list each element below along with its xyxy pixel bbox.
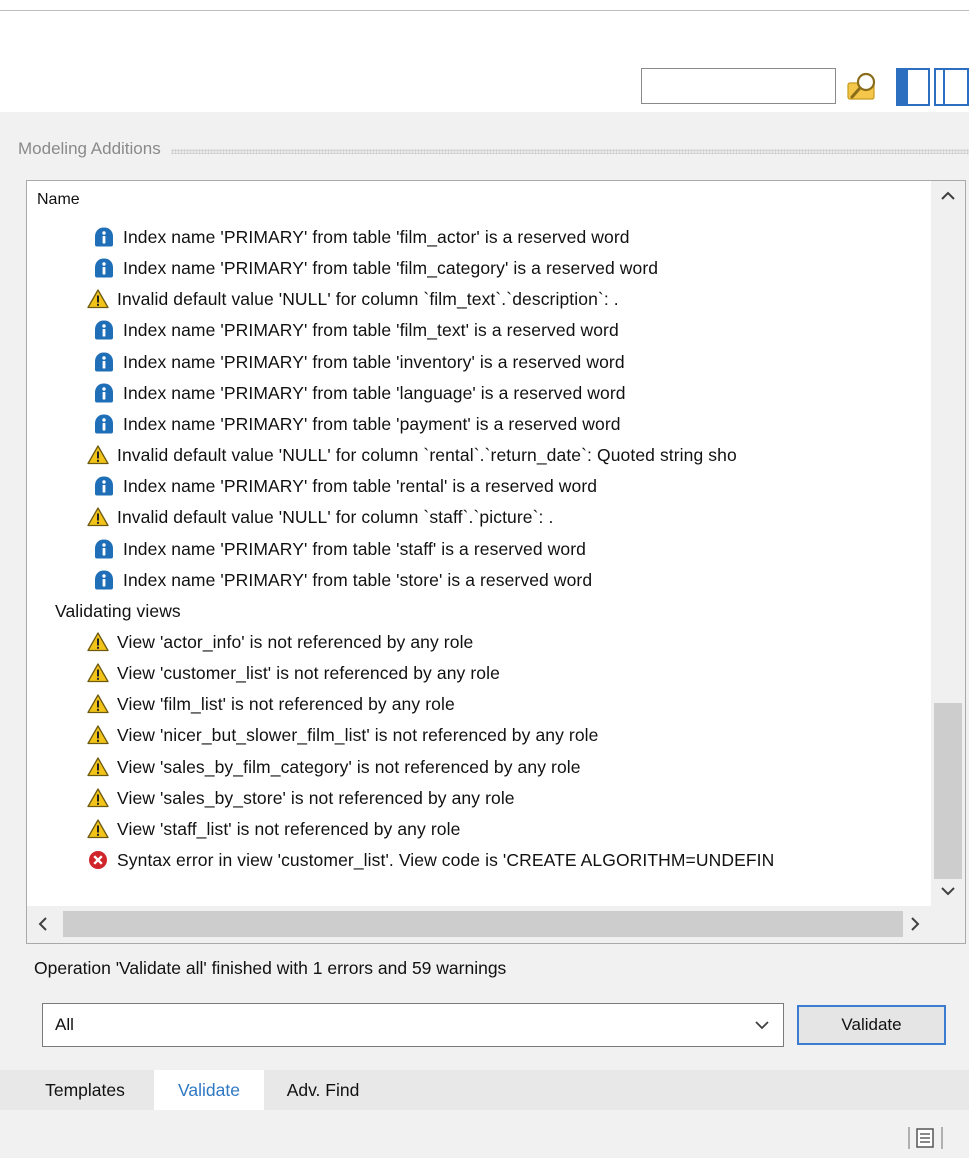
info-icon xyxy=(95,570,113,590)
tree-row[interactable]: Index name 'PRIMARY' from table 'film_te… xyxy=(93,316,619,344)
tree-row[interactable]: View 'staff_list' is not referenced by a… xyxy=(87,815,460,843)
tree-row-text: View 'sales_by_store' is not referenced … xyxy=(117,787,515,808)
tree-row[interactable]: View 'customer_list' is not referenced b… xyxy=(87,659,500,687)
tree-row-text: Index name 'PRIMARY' from table 'languag… xyxy=(123,382,626,403)
info-icon xyxy=(95,539,113,559)
info-icon xyxy=(95,476,113,496)
tree-row-text: Index name 'PRIMARY' from table 'payment… xyxy=(123,413,621,434)
tree-row[interactable]: View 'actor_info' is not referenced by a… xyxy=(87,628,473,656)
info-icon xyxy=(95,258,113,278)
tree-row-text: Index name 'PRIMARY' from table 'film_te… xyxy=(123,319,619,340)
info-icon xyxy=(95,352,113,372)
tree-row-text: Index name 'PRIMARY' from table 'staff' … xyxy=(123,538,587,559)
warning-icon xyxy=(87,819,109,839)
warning-icon xyxy=(87,788,109,808)
top-divider xyxy=(0,10,969,11)
tab-adv-find[interactable]: Adv. Find xyxy=(268,1070,378,1110)
info-icon xyxy=(95,414,113,434)
chevron-down-icon[interactable] xyxy=(753,1018,771,1032)
tree-row[interactable]: Syntax error in view 'customer_list'. Vi… xyxy=(87,846,774,874)
tree-row[interactable]: Invalid default value 'NULL' for column … xyxy=(87,441,737,469)
horizontal-scroll-thumb[interactable] xyxy=(63,911,903,937)
filter-dropdown[interactable]: All xyxy=(42,1003,784,1047)
section-divider xyxy=(170,148,969,154)
status-message: Operation 'Validate all' finished with 1… xyxy=(34,958,507,978)
warning-icon xyxy=(87,663,109,683)
bottom-tab-strip: Templates Validate Adv. Find xyxy=(0,1070,969,1110)
warning-icon xyxy=(87,445,109,465)
tree-row-text: Index name 'PRIMARY' from table 'film_ac… xyxy=(123,226,630,247)
validate-button[interactable]: Validate xyxy=(797,1005,946,1045)
tab-validate[interactable]: Validate xyxy=(154,1070,264,1110)
dual-panel-icon[interactable] xyxy=(934,68,969,106)
tab-templates[interactable]: Templates xyxy=(20,1070,150,1110)
vertical-scrollbar[interactable] xyxy=(931,181,965,906)
tree-row-text: Syntax error in view 'customer_list'. Vi… xyxy=(117,849,775,870)
tree-row[interactable]: Index name 'PRIMARY' from table 'store' … xyxy=(93,566,592,594)
tree-row[interactable]: Invalid default value 'NULL' for column … xyxy=(87,503,553,531)
tree-row[interactable]: View 'nicer_but_slower_film_list' is not… xyxy=(87,721,599,749)
tree-row-text: Invalid default value 'NULL' for column … xyxy=(117,506,554,527)
tree-row-text: Validating views xyxy=(55,600,181,621)
tree-content: Name Index name 'PRIMARY' from table 'fi… xyxy=(27,181,931,906)
tree-row[interactable]: View 'sales_by_film_category' is not ref… xyxy=(87,753,581,781)
tree-row-text: Invalid default value 'NULL' for column … xyxy=(117,288,619,309)
tree-row-text: View 'film_list' is not referenced by an… xyxy=(117,693,455,714)
tree-row[interactable]: View 'sales_by_store' is not referenced … xyxy=(87,784,515,812)
single-panel-icon[interactable] xyxy=(896,68,930,106)
tree-row[interactable]: Index name 'PRIMARY' from table 'staff' … xyxy=(93,535,586,563)
warning-icon xyxy=(87,725,109,745)
horizontal-scrollbar[interactable] xyxy=(27,906,965,943)
tree-row[interactable]: Index name 'PRIMARY' from table 'payment… xyxy=(93,410,621,438)
tree-row-text: View 'actor_info' is not referenced by a… xyxy=(117,631,474,652)
search-magnifier-icon[interactable] xyxy=(846,70,882,104)
warning-icon xyxy=(87,289,109,309)
panel-list-icon[interactable] xyxy=(906,1125,948,1151)
info-icon xyxy=(95,227,113,247)
tree-row-text: Index name 'PRIMARY' from table 'film_ca… xyxy=(123,257,659,278)
scroll-left-icon[interactable] xyxy=(27,906,61,943)
tree-row-text: View 'sales_by_film_category' is not ref… xyxy=(117,756,581,777)
column-header-name[interactable]: Name xyxy=(37,191,80,209)
warning-icon xyxy=(87,632,109,652)
info-icon xyxy=(95,383,113,403)
validation-results-tree[interactable]: Name Index name 'PRIMARY' from table 'fi… xyxy=(26,180,966,944)
search-input[interactable] xyxy=(641,68,836,104)
tree-row-text: Index name 'PRIMARY' from table 'store' … xyxy=(123,569,593,590)
tree-row[interactable]: Index name 'PRIMARY' from table 'film_ac… xyxy=(93,223,630,251)
filter-selected-value: All xyxy=(55,1015,74,1034)
bottom-status-area xyxy=(0,1110,969,1158)
section-header: Modeling Additions xyxy=(18,128,969,170)
tree-row[interactable]: Index name 'PRIMARY' from table 'languag… xyxy=(93,379,626,407)
error-icon xyxy=(89,851,107,869)
tree-group-node[interactable]: Validating views xyxy=(55,597,181,625)
tree-row[interactable]: View 'film_list' is not referenced by an… xyxy=(87,690,455,718)
tree-row[interactable]: Index name 'PRIMARY' from table 'film_ca… xyxy=(93,254,658,282)
warning-icon xyxy=(87,507,109,527)
tree-row[interactable]: Invalid default value 'NULL' for column … xyxy=(87,285,619,313)
vertical-scroll-thumb[interactable] xyxy=(934,703,962,879)
scroll-up-icon[interactable] xyxy=(931,181,965,211)
section-title: Modeling Additions xyxy=(18,139,161,158)
tree-row-text: Index name 'PRIMARY' from table 'invento… xyxy=(123,351,625,372)
warning-icon xyxy=(87,757,109,777)
tree-row-text: Index name 'PRIMARY' from table 'rental'… xyxy=(123,475,598,496)
tree-row-text: View 'customer_list' is not referenced b… xyxy=(117,662,500,683)
scroll-right-icon[interactable] xyxy=(897,906,931,943)
tree-row[interactable]: Index name 'PRIMARY' from table 'rental'… xyxy=(93,472,597,500)
warning-icon xyxy=(87,694,109,714)
tree-row-text: View 'staff_list' is not referenced by a… xyxy=(117,818,461,839)
tree-row-text: View 'nicer_but_slower_film_list' is not… xyxy=(117,724,599,745)
info-icon xyxy=(95,320,113,340)
tree-row-text: Invalid default value 'NULL' for column … xyxy=(117,444,737,465)
top-toolbar-area xyxy=(0,0,969,112)
tree-row[interactable]: Index name 'PRIMARY' from table 'invento… xyxy=(93,348,625,376)
scroll-down-icon[interactable] xyxy=(931,876,965,906)
